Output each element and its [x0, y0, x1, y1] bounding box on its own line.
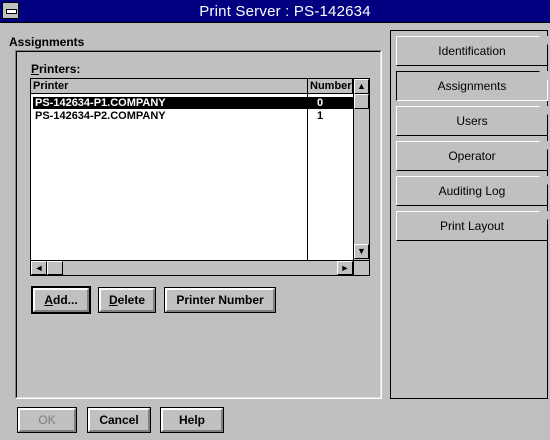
list-item[interactable]: PS-142634-P2.COMPANY 1 — [33, 110, 353, 122]
scrollbar-corner — [353, 260, 369, 275]
printer-name: PS-142634-P2.COMPANY — [35, 110, 166, 122]
cancel-button[interactable]: Cancel — [87, 407, 151, 433]
section-title: Assignments — [9, 35, 85, 49]
window-title: Print Server : PS-142634 — [199, 3, 371, 20]
tab-print-layout[interactable]: Print Layout — [396, 211, 548, 241]
system-menu-icon[interactable] — [2, 2, 19, 19]
column-header-number[interactable]: Number — [308, 79, 353, 94]
title-bar: Print Server : PS-142634 — [0, 0, 550, 23]
scroll-left-icon[interactable]: ◄ — [31, 261, 47, 275]
tab-users[interactable]: Users — [396, 106, 548, 136]
delete-button[interactable]: Delete — [98, 287, 156, 313]
tab-operator[interactable]: Operator — [396, 141, 548, 171]
tabs-panel: Identification Assignments Users Operato… — [390, 30, 548, 399]
vertical-scroll-thumb[interactable] — [354, 94, 369, 109]
printers-label: Printers: — [31, 62, 81, 76]
add-button[interactable]: Add... — [31, 286, 91, 314]
vertical-scrollbar[interactable]: ▲ ▼ — [353, 79, 369, 260]
column-header-printer[interactable]: Printer — [31, 79, 308, 94]
list-item[interactable]: PS-142634-P1.COMPANY 0 — [33, 97, 353, 109]
scroll-up-icon[interactable]: ▲ — [354, 79, 369, 94]
printer-number-button[interactable]: Printer Number — [164, 287, 276, 313]
scroll-down-icon[interactable]: ▼ — [354, 244, 369, 259]
scroll-right-icon[interactable]: ► — [337, 261, 353, 275]
printer-name: PS-142634-P1.COMPANY — [35, 97, 166, 109]
tab-auditing-log[interactable]: Auditing Log — [396, 176, 548, 206]
printers-listbox[interactable]: Printer Number PS-142634-P1.COMPANY 0 PS… — [30, 78, 370, 276]
help-button[interactable]: Help — [160, 407, 224, 433]
printer-number: 1 — [317, 110, 324, 122]
horizontal-scrollbar[interactable]: ◄ ► — [31, 260, 353, 275]
tab-assignments[interactable]: Assignments — [396, 71, 548, 101]
ok-button[interactable]: OK — [17, 407, 77, 433]
horizontal-scroll-thumb[interactable] — [47, 261, 63, 275]
tab-identification[interactable]: Identification — [396, 36, 548, 66]
printer-number: 0 — [317, 97, 324, 109]
